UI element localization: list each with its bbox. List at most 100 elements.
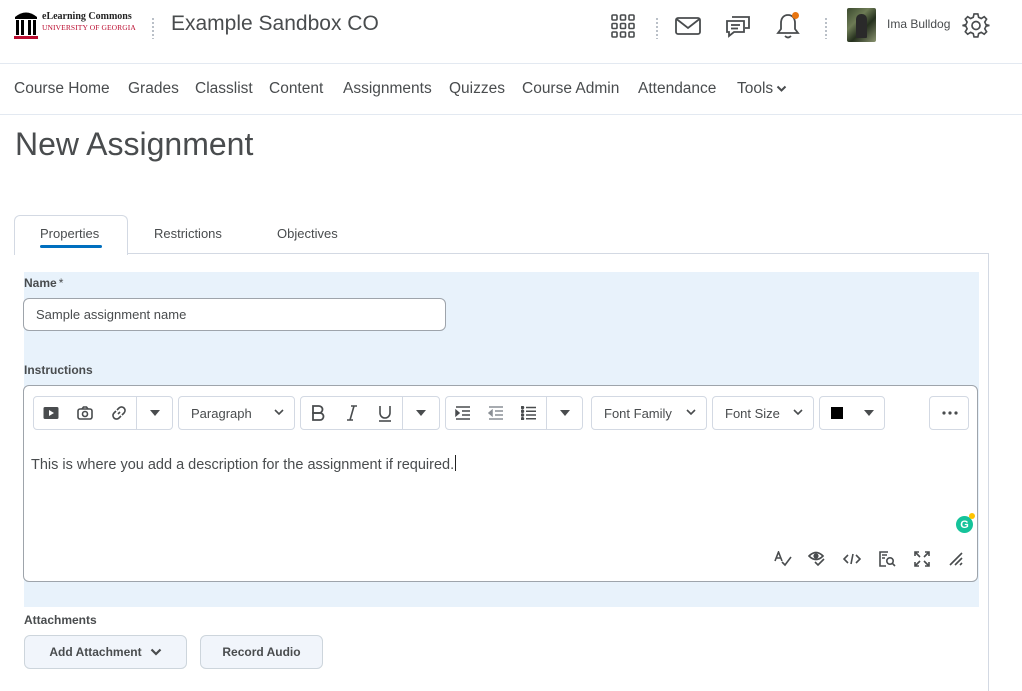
email-button[interactable] (672, 10, 704, 42)
nav-assignments[interactable]: Assignments (343, 80, 432, 98)
underline-icon (378, 405, 391, 422)
more-actions-group (929, 396, 969, 430)
ellipsis-icon (941, 411, 958, 415)
spellcheck-icon (774, 551, 792, 567)
italic-icon (346, 405, 357, 421)
video-icon (43, 407, 58, 419)
record-audio-label: Record Audio (222, 645, 301, 659)
nav-course-admin[interactable]: Course Admin (522, 80, 619, 98)
font-family-label: Font Family (604, 405, 672, 421)
indent-icon (454, 406, 470, 420)
insert-stuff-button[interactable] (68, 397, 101, 429)
outdent-icon (487, 406, 503, 420)
header-divider (825, 17, 827, 39)
font-size-label: Font Size (725, 405, 780, 421)
italic-button[interactable] (335, 397, 368, 429)
add-attachment-button[interactable]: Add Attachment (24, 635, 187, 669)
chevron-down-icon (274, 409, 284, 416)
tab-restrictions[interactable]: Restrictions (154, 226, 222, 241)
bullet-list-icon (520, 406, 536, 420)
toolbar-separator (402, 397, 403, 429)
arch-logo-icon (14, 12, 38, 39)
toolbar-separator (546, 397, 547, 429)
notifications-button[interactable] (772, 10, 804, 42)
nav-classlist[interactable]: Classlist (195, 80, 253, 98)
resize-handle[interactable] (946, 549, 966, 569)
chevron-down-icon (776, 85, 787, 92)
instructions-label: Instructions (24, 363, 93, 377)
gear-icon (962, 13, 990, 38)
nav-attendance[interactable]: Attendance (638, 80, 716, 98)
editor-content[interactable]: This is where you add a description for … (31, 455, 457, 473)
list-toolbar-group (445, 396, 583, 430)
user-name[interactable]: Ima Bulldog (887, 17, 950, 31)
tabs-divider (127, 253, 989, 254)
paragraph-select[interactable]: Paragraph (179, 397, 294, 429)
text-color-group (819, 396, 885, 430)
waffle-icon (611, 14, 635, 38)
grammarly-icon[interactable]: G (956, 513, 975, 533)
paragraph-dropdown[interactable]: Paragraph (178, 396, 295, 430)
bullet-list-button[interactable] (512, 397, 545, 429)
nav-grades[interactable]: Grades (128, 80, 179, 98)
fullscreen-icon (914, 551, 930, 567)
name-label: Name * (24, 276, 63, 290)
attachments-label: Attachments (24, 613, 97, 627)
notification-badge (792, 12, 799, 19)
settings-button[interactable] (960, 10, 992, 42)
tab-objectives[interactable]: Objectives (277, 226, 338, 241)
avatar[interactable] (847, 8, 876, 42)
nav-tools[interactable]: Tools (737, 80, 787, 98)
indent-button[interactable] (446, 397, 479, 429)
paragraph-label: Paragraph (191, 405, 252, 421)
tab-properties[interactable]: Properties (40, 226, 99, 241)
name-input[interactable] (23, 298, 446, 331)
panel-border (988, 253, 989, 691)
resize-icon (949, 552, 963, 566)
chevron-down-icon (793, 409, 803, 416)
logo-text-primary: eLearning Commons (42, 11, 132, 22)
waffle-button[interactable] (607, 10, 639, 42)
messages-button[interactable] (722, 10, 754, 42)
more-actions-button[interactable] (933, 397, 966, 429)
nav-course-home[interactable]: Course Home (14, 80, 110, 98)
course-navbar: Course Home Grades Classlist Content Ass… (0, 64, 1022, 115)
toolbar-separator (136, 397, 137, 429)
preview-button[interactable] (877, 549, 897, 569)
org-title[interactable]: Example Sandbox CO (171, 12, 379, 36)
list-more-button[interactable] (548, 397, 581, 429)
insert-video-button[interactable] (34, 397, 67, 429)
spellcheck-button[interactable] (773, 549, 793, 569)
underline-button[interactable] (368, 397, 401, 429)
nav-quizzes[interactable]: Quizzes (449, 80, 505, 98)
insert-link-button[interactable] (102, 397, 135, 429)
record-audio-button[interactable]: Record Audio (200, 635, 323, 669)
nav-content[interactable]: Content (269, 80, 323, 98)
color-swatch-icon (830, 407, 843, 419)
font-family-select[interactable]: Font Family (592, 397, 706, 429)
font-size-dropdown[interactable]: Font Size (712, 396, 814, 430)
font-size-select[interactable]: Font Size (713, 397, 813, 429)
text-color-more-button[interactable] (852, 397, 885, 429)
chevron-down-icon (150, 648, 161, 656)
format-more-button[interactable] (404, 397, 437, 429)
page-title: New Assignment (15, 126, 254, 162)
font-family-dropdown[interactable]: Font Family (591, 396, 707, 430)
caret-down-icon (149, 410, 160, 416)
outdent-button[interactable] (479, 397, 512, 429)
source-code-button[interactable] (842, 549, 862, 569)
mail-icon (675, 17, 701, 35)
instructions-editor[interactable]: Paragraph Font Family Font Size This is … (23, 385, 978, 582)
preview-icon (878, 550, 896, 567)
insert-more-button[interactable] (138, 397, 171, 429)
text-color-button[interactable] (820, 397, 853, 429)
camera-icon (76, 406, 93, 420)
bold-button[interactable] (301, 397, 334, 429)
fullscreen-button[interactable] (912, 549, 932, 569)
link-icon (111, 406, 126, 420)
name-label-text: Name (24, 276, 57, 290)
accessibility-check-button[interactable] (807, 549, 827, 569)
logo-text-secondary: UNIVERSITY OF GEORGIA (42, 23, 136, 32)
header-divider (656, 17, 658, 39)
org-logo[interactable]: eLearning Commons UNIVERSITY OF GEORGIA (14, 9, 138, 43)
